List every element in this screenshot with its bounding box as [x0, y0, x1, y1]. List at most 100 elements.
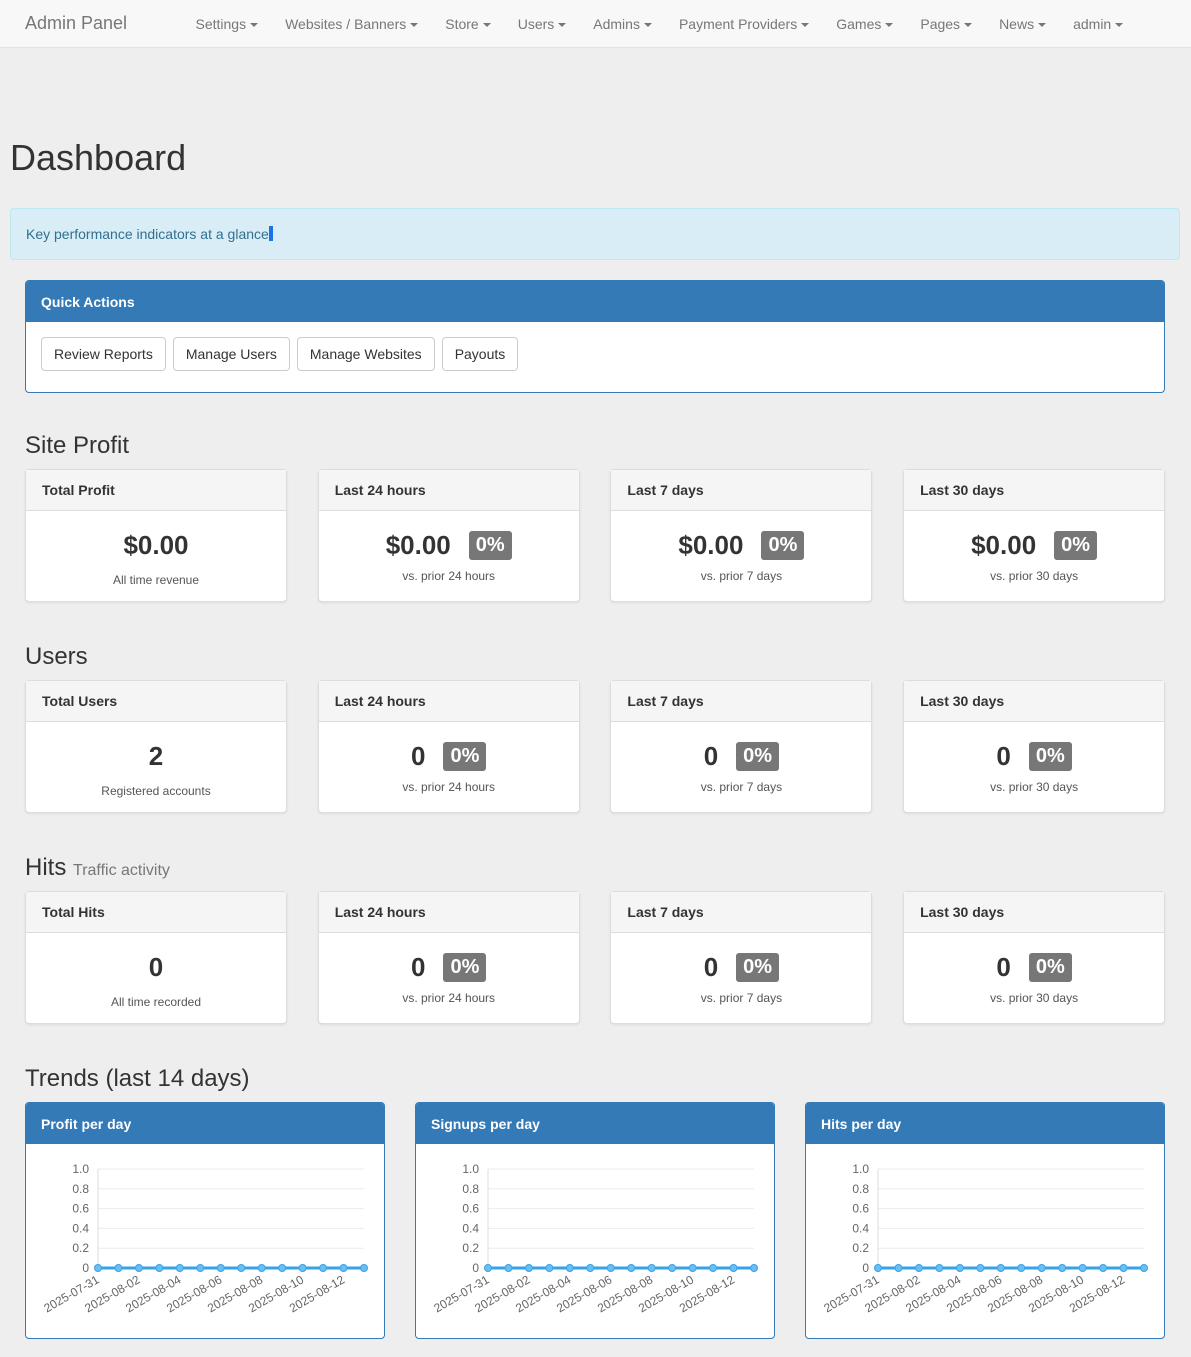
- stat-card-body: 0 0% vs. prior 30 days: [904, 933, 1164, 1005]
- data-point: [1119, 1264, 1128, 1272]
- chart-title: Signups per day: [416, 1103, 774, 1144]
- data-point: [586, 1264, 595, 1272]
- y-tick-label: 1.0: [852, 1162, 869, 1176]
- navbar: Admin Panel Settings Websites / Banners St…: [0, 0, 1191, 48]
- nav-item-store[interactable]: Store: [432, 16, 504, 32]
- nav-item-label: Users: [517, 16, 555, 32]
- change-badge: 0%: [1028, 742, 1072, 771]
- change-badge: 0%: [443, 742, 487, 771]
- chart-panel: Profit per day 0 0.2 0.4 0.6 0.8 1.0 2025-07-31…: [25, 1102, 385, 1339]
- brand-link[interactable]: Admin Panel: [25, 13, 127, 34]
- stat-value: 2: [148, 741, 164, 771]
- stat-card: Last 24 hours 0 0% vs. prior 24 hours: [317, 680, 580, 813]
- stat-value: 0: [411, 741, 426, 771]
- alert-text: Key performance indicators at a glance: [26, 226, 269, 242]
- change-badge: 0%: [736, 953, 780, 982]
- nav-item-admins[interactable]: Admins: [580, 16, 666, 32]
- data-point: [319, 1264, 328, 1272]
- stat-caption: vs. prior 30 days: [990, 780, 1079, 794]
- stat-card-header: Total Profit: [26, 470, 286, 511]
- stat-value: $0.00: [385, 530, 451, 560]
- quick-actions-panel: Quick Actions Review Reports Manage Users…: [25, 280, 1165, 393]
- nav-item-settings[interactable]: Settings: [182, 16, 272, 32]
- nav-item-users[interactable]: Users: [504, 16, 580, 32]
- data-point: [94, 1264, 102, 1272]
- nav-item-pages[interactable]: Pages: [907, 16, 986, 32]
- caret-down-icon: [801, 23, 810, 28]
- stat-card: Last 30 days 0 0% vs. prior 30 days: [903, 680, 1166, 813]
- stat-card-header: Last 7 days: [611, 892, 872, 933]
- stat-card: Last 7 days 0 0% vs. prior 7 days: [610, 680, 873, 813]
- change-badge: 0%: [761, 531, 805, 560]
- data-point: [257, 1264, 266, 1272]
- line-chart: 00.20.40.60.81.02025-07-312025-08-022025…: [41, 1162, 368, 1315]
- data-point: [155, 1264, 164, 1272]
- stat-caption: vs. prior 24 hours: [402, 569, 496, 583]
- data-point: [196, 1264, 205, 1272]
- y-tick-label: 1.0: [72, 1162, 89, 1176]
- section-subtitle: Traffic activity: [73, 862, 170, 879]
- stat-card-body: 0 0% vs. prior 30 days: [904, 722, 1164, 794]
- manage-websites-button[interactable]: Manage Websites: [296, 337, 435, 371]
- nav-item-games[interactable]: Games: [823, 16, 907, 32]
- manage-users-button[interactable]: Manage Users: [172, 337, 290, 371]
- data-point: [216, 1264, 225, 1272]
- y-tick-label: 0: [82, 1261, 89, 1275]
- stat-caption: vs. prior 30 days: [990, 569, 1079, 583]
- line-chart: 00.20.40.60.81.02025-07-312025-08-022025…: [821, 1162, 1148, 1315]
- section-title-users: Users: [25, 643, 88, 671]
- stat-card: Last 30 days 0 0% vs. prior 30 days: [903, 891, 1166, 1024]
- stat-value: 0: [996, 741, 1011, 771]
- data-point: [996, 1264, 1005, 1272]
- caret-down-icon: [1115, 23, 1124, 28]
- stat-card-header: Last 7 days: [611, 681, 872, 722]
- stat-caption: vs. prior 7 days: [700, 569, 783, 583]
- stat-caption: vs. prior 7 days: [700, 991, 783, 1005]
- nav-item-label: News: [999, 16, 1035, 32]
- data-point: [874, 1264, 882, 1272]
- data-point: [524, 1264, 533, 1272]
- stat-card-header: Last 24 hours: [318, 470, 579, 511]
- nav-item-websites-banners[interactable]: Websites / Banners: [272, 16, 432, 32]
- nav-item-label: Store: [445, 16, 479, 32]
- nav-menu: Settings Websites / Banners Store Users Admi…: [182, 0, 1137, 48]
- payouts-button[interactable]: Payouts: [441, 337, 519, 371]
- nav-item-news[interactable]: News: [986, 16, 1060, 32]
- stat-card-body: 0 All time recorded: [26, 933, 286, 1009]
- data-point: [1078, 1264, 1087, 1272]
- nav-item-label: Settings: [195, 16, 247, 32]
- stat-card-body: $0.00 0% vs. prior 7 days: [611, 511, 871, 583]
- stat-card: Last 30 days $0.00 0% vs. prior 30 days: [903, 469, 1166, 602]
- caret-down-icon: [558, 23, 567, 28]
- stat-value: 0: [148, 952, 164, 982]
- line-chart: 00.20.40.60.81.02025-07-312025-08-022025…: [431, 1162, 758, 1315]
- section-title-site-profit: Site Profit: [25, 432, 129, 460]
- caret-down-icon: [482, 23, 491, 28]
- section-title: Hits: [25, 854, 67, 881]
- y-tick-label: 0.8: [462, 1182, 479, 1196]
- nav-item-label: Pages: [920, 16, 961, 32]
- data-point: [976, 1264, 985, 1272]
- stat-card-header: Last 7 days: [611, 470, 872, 511]
- data-point: [175, 1264, 184, 1272]
- stat-card-body: $0.00 0% vs. prior 30 days: [904, 511, 1164, 583]
- nav-item-payment-providers[interactable]: Payment Providers: [665, 16, 822, 32]
- data-point: [1140, 1264, 1148, 1272]
- nav-item-label: admin: [1073, 16, 1112, 32]
- y-tick-label: 0: [472, 1261, 479, 1275]
- stat-value: 0: [411, 952, 426, 982]
- chart-panel: Signups per day 0 0.2 0.4 0.6 0.8 1.0 2025-07-3…: [415, 1102, 775, 1339]
- data-point: [114, 1264, 123, 1272]
- nav-item-admin[interactable]: admin: [1060, 16, 1137, 32]
- data-point: [1017, 1264, 1026, 1272]
- y-tick-label: 0.4: [852, 1221, 869, 1235]
- nav-item-label: Admins: [593, 16, 640, 32]
- stat-card-header: Last 30 days: [904, 470, 1165, 511]
- chart-title: Profit per day: [26, 1103, 384, 1144]
- stat-card-header: Total Hits: [26, 892, 286, 933]
- data-point: [278, 1264, 287, 1272]
- stat-card: Total Profit $0.00 All time revenue: [25, 469, 287, 602]
- y-tick-label: 0: [862, 1261, 869, 1275]
- stat-caption: All time recorded: [110, 995, 202, 1009]
- review-reports-button[interactable]: Review Reports: [41, 337, 166, 371]
